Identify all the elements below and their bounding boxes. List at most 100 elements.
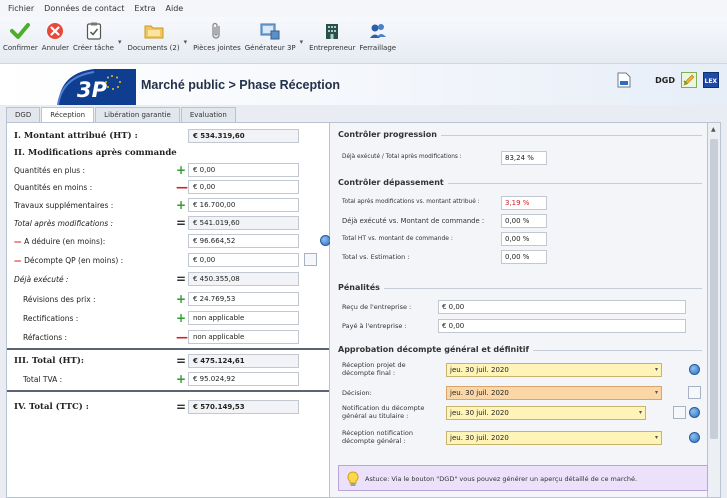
quantites-moins-field[interactable]: € 0,00 [188,180,299,194]
plus-icon: + [176,198,187,212]
tab-liberation-garantie[interactable]: Libération garantie [95,107,180,122]
documents-button[interactable]: Documents (2) [128,17,180,52]
cancel-button[interactable]: Annuler [42,17,69,52]
document-icon[interactable] [673,406,686,419]
total-vs-montant-field: 3,19 % [501,196,547,210]
contractor-button[interactable]: Entrepreneur [309,17,355,52]
total-vs-montant-row: Total après modifications vs. montant at… [338,195,702,212]
tip-box: Astuce: Via le bouton "DGD" vous pouvez … [338,465,708,491]
page-title: Marché public > Phase Réception [141,78,341,92]
deja-vs-commande-row: Déjà exécuté vs. Montant de commande : 0… [338,213,702,230]
deja-vs-commande-field: 0,00 % [501,214,547,228]
total-ttc-row: IV. Total (TTC) : = € 570.149,53 [7,399,329,416]
minus-icon: — [176,330,188,344]
total-vs-estimation-row: Total vs. Estimation : 0,00 % [338,249,702,266]
decompte-qp-row: — Décompte QP (en moins) : € 0,00 [7,252,329,269]
revisions-prix-row: Révisions des prix : + € 24.769,53 [7,291,329,308]
controls-panel: Contrôler progression Déjà exécuté / Tot… [330,122,708,498]
plus-icon: + [176,372,187,386]
notification-date[interactable]: jeu. 30 juil. 2020 ▾ [446,406,646,420]
tab-bar: DGD Réception Libération garantie Evalua… [6,107,237,122]
progression-title: Contrôler progression [338,130,441,139]
minus-icon: — [14,256,25,265]
total-ttc-field: € 570.149,53 [188,400,299,414]
vertical-scrollbar[interactable]: ▲ [708,122,721,498]
reception-projet-date[interactable]: jeu. 30 juil. 2020 ▾ [446,363,662,377]
tab-evaluation[interactable]: Evaluation [180,107,236,122]
chevron-down-icon: ▾ [654,389,658,396]
menu-extra[interactable]: Extra [134,4,155,13]
penalites-paye-field[interactable]: € 0,00 [438,319,686,333]
rectifications-field[interactable]: non applicable [188,311,299,325]
equals-icon: = [176,354,187,368]
total-ht-vs-commande-field: 0,00 % [501,232,547,246]
generator-icon [259,21,281,41]
attachments-button[interactable]: Pièces jointes [193,17,241,52]
total-ht-row: III. Total (HT): = € 475.124,61 [7,353,329,370]
notification-row: Notification du décompte général au titul… [338,404,702,424]
menu-fichier[interactable]: Fichier [8,4,34,13]
plus-icon: + [176,292,187,306]
tab-reception[interactable]: Réception [41,107,95,122]
total-apres-modif-row: Total après modifications : = € 541.019,… [7,215,329,232]
ferraillage-button[interactable]: Ferraillage [359,17,396,52]
info-icon[interactable] [689,432,700,443]
penalites-recu-field[interactable]: € 0,00 [438,300,686,314]
depassement-title: Contrôler dépassement [338,178,448,187]
divider [7,390,329,392]
decompte-qp-field[interactable]: € 0,00 [188,253,299,267]
reception-notification-date[interactable]: jeu. 30 juil. 2020 ▾ [446,431,662,445]
refactions-row: Réfactions : — non applicable [7,329,329,346]
revisions-prix-field[interactable]: € 24.769,53 [188,292,299,306]
reception-notification-row: Réception notification décompte général :… [338,429,702,449]
total-vs-estimation-field: 0,00 % [501,250,547,264]
paperclip-icon [206,21,228,41]
generator-3p-button[interactable]: Générateur 3P [245,17,296,52]
montant-attribue-row: I. Montant attribué (HT) : € 534.319,60 [7,128,329,145]
building-icon [321,21,343,41]
scroll-up-icon[interactable]: ▲ [711,126,716,133]
confirm-button[interactable]: Confirmer [3,17,38,52]
create-task-dropdown-icon[interactable]: ▾ [118,38,122,46]
a-deduire-field[interactable]: € 96.664,52 [188,234,299,248]
penalites-recu-row: Reçu de l'entreprise : € 0,00 [338,299,702,316]
travaux-supp-row: Travaux supplémentaires : + € 16.700,00 [7,197,329,214]
menu-aide[interactable]: Aide [166,4,184,13]
people-icon [367,21,389,41]
minus-icon: — [176,180,188,194]
dgd-edit-icon[interactable] [681,72,697,88]
minus-icon: — [14,237,25,246]
lex-button-icon[interactable]: LEX [703,72,719,88]
info-icon[interactable] [689,364,700,375]
montant-attribue-field: € 534.319,60 [188,129,299,143]
penalites-title: Pénalités [338,283,384,292]
travaux-supp-field[interactable]: € 16.700,00 [188,198,299,212]
task-icon [83,21,105,41]
document-icon[interactable] [688,386,701,399]
reception-projet-row: Réception projet de décompte final : jeu.… [338,361,702,381]
documents-dropdown-icon[interactable]: ▾ [184,38,188,46]
rectifications-row: Rectifications : + non applicable [7,310,329,327]
quantites-plus-row: Quantités en plus : + € 0,00 [7,162,329,179]
calculator-icon[interactable] [304,253,317,266]
svg-text:LEX: LEX [705,78,718,85]
deja-execute-field: € 450.355,08 [188,272,299,286]
scrollbar-thumb[interactable] [710,139,718,439]
decision-date[interactable]: jeu. 30 juil. 2020 ▾ [446,386,662,400]
refactions-field[interactable]: non applicable [188,330,299,344]
menu-donnees-contact[interactable]: Données de contact [44,4,124,13]
quantites-plus-field[interactable]: € 0,00 [188,163,299,177]
progression-group: Contrôler progression Déjà exécuté / Tot… [338,130,702,170]
total-tva-field[interactable]: € 95.024,92 [188,372,299,386]
page-header: 3P Marché public > Phase Réception DGD L… [0,63,727,105]
info-icon[interactable] [689,407,700,418]
document-icon[interactable] [617,72,631,88]
quantites-moins-row: Quantités en moins : — € 0,00 [7,179,329,196]
total-ht-field: € 475.124,61 [188,354,299,368]
generator-dropdown-icon[interactable]: ▾ [300,38,304,46]
chevron-down-icon: ▾ [654,366,658,373]
tab-dgd[interactable]: DGD [6,107,41,122]
dgd-label: DGD [655,75,675,85]
create-task-button[interactable]: Créer tâche [73,17,114,52]
svg-text:3P: 3P [77,78,108,102]
